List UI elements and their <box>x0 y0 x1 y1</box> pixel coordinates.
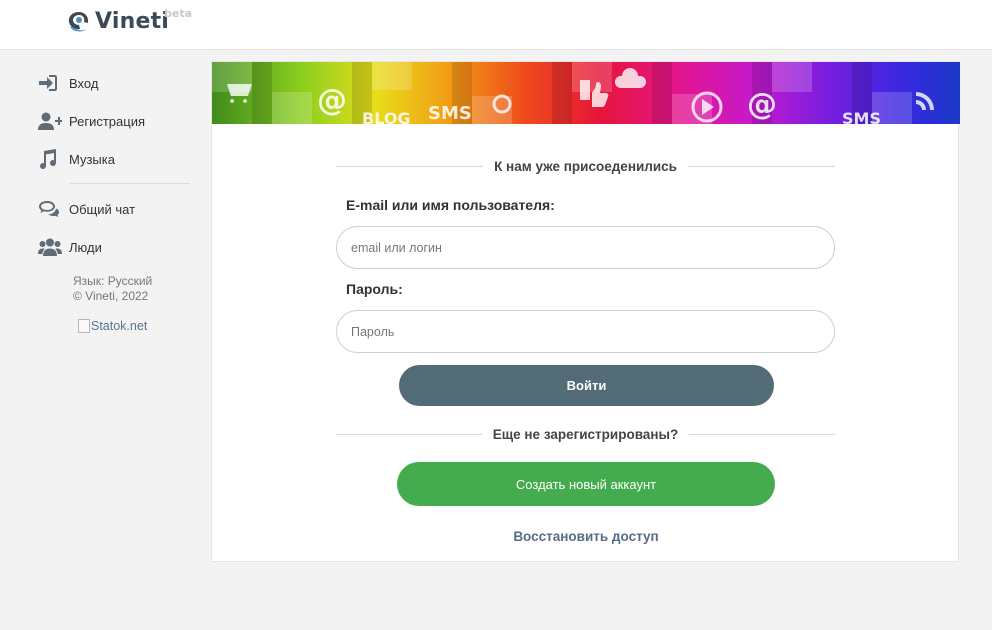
divider-line <box>336 165 484 167</box>
top-header: Vineti beta <box>0 0 992 50</box>
sidebar-divider <box>70 183 190 184</box>
banner-tile-text: SMS <box>842 109 881 124</box>
sidebar-item-label: Регистрация <box>69 113 145 129</box>
sidebar-item-music[interactable]: Музыка <box>38 140 190 178</box>
user-plus-icon <box>38 111 62 131</box>
restore-access-link[interactable]: Восстановить доступ <box>212 529 960 544</box>
sidebar-item-chat[interactable]: Общий чат <box>38 190 190 228</box>
divider-line <box>687 165 836 167</box>
banner-tile-text: @ <box>317 83 347 118</box>
language-selector[interactable]: Язык: Русский <box>73 274 190 289</box>
sidebar-footer: Язык: Русский © Vineti, 2022 <box>38 274 190 304</box>
joined-heading: К нам уже присоеденились <box>494 158 677 174</box>
password-label: Пароль: <box>346 281 403 297</box>
login-card: @ BLOG SMS @ SMS К нам уже присоеденилис… <box>211 61 960 562</box>
site-logo[interactable]: Vineti beta <box>66 7 192 34</box>
counter-alt-text: Statok.net <box>91 319 148 333</box>
divider-line <box>689 433 835 435</box>
banner-tile-text: SMS <box>428 103 472 124</box>
password-input[interactable] <box>336 310 835 353</box>
sidebar-item-login[interactable]: Вход <box>38 64 190 102</box>
create-account-button[interactable]: Создать новый аккаунт <box>397 462 775 506</box>
chat-bubbles-icon <box>38 199 62 219</box>
sidebar-item-people[interactable]: Люди <box>38 228 190 266</box>
beta-badge: beta <box>164 7 193 20</box>
broken-image-icon <box>78 319 90 333</box>
sign-in-icon <box>38 73 62 93</box>
users-icon <box>38 237 62 257</box>
logo-text: Vineti <box>95 9 170 34</box>
copyright-text: © Vineti, 2022 <box>73 289 149 303</box>
sidebar: Вход Регистрация Музыка Общий чат Люди Я… <box>38 64 190 333</box>
register-heading: Еще не зарегистрированы? <box>492 426 679 442</box>
sidebar-item-label: Общий чат <box>69 201 136 217</box>
sidebar-item-label: Вход <box>69 75 99 91</box>
divider-line <box>336 433 482 435</box>
counter-badge[interactable]: Statok.net <box>38 319 190 333</box>
sidebar-item-register[interactable]: Регистрация <box>38 102 190 140</box>
username-label: E-mail или имя пользователя: <box>346 197 555 213</box>
banner-tile-text: @ <box>747 87 777 122</box>
sidebar-item-label: Люди <box>69 239 102 255</box>
joined-divider: К нам уже присоеденились <box>336 156 836 176</box>
login-button[interactable]: Войти <box>399 365 774 406</box>
register-divider: Еще не зарегистрированы? <box>336 424 835 444</box>
logo-swirl-icon <box>68 11 89 31</box>
sidebar-item-label: Музыка <box>69 151 115 167</box>
music-note-icon <box>38 149 62 169</box>
banner-tile-text: BLOG <box>362 109 411 124</box>
social-icons-banner: @ BLOG SMS @ SMS <box>212 62 960 124</box>
username-input[interactable] <box>336 226 835 269</box>
